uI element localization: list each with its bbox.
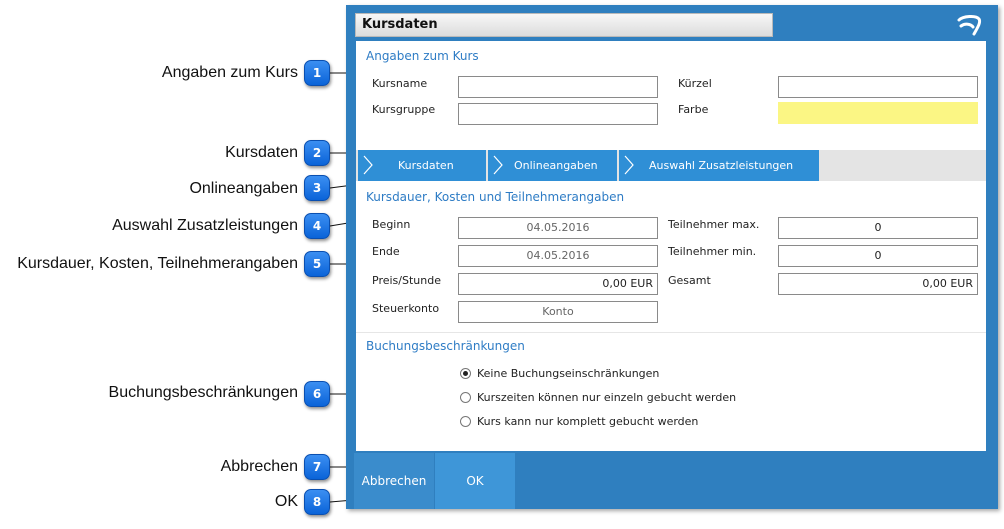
radio-option-label: Keine Buchungseinschränkungen xyxy=(477,367,660,380)
tab-onlineangaben[interactable]: Onlineangaben xyxy=(488,150,617,181)
chevron-right-icon xyxy=(493,155,503,175)
callout-label-1: Angaben zum Kurs xyxy=(161,64,298,81)
dialog-content: Angaben zum Kurs Kursname Kürzel Kursgru… xyxy=(356,41,986,451)
callout-label-3: Onlineangaben xyxy=(189,180,298,197)
callout-label-4: Auswahl Zusatzleistungen xyxy=(112,217,298,234)
teilnehmer-min-label: Teilnehmer min. xyxy=(668,245,757,258)
section-title-course-info: Angaben zum Kurs xyxy=(366,49,479,63)
tab-zusatzleistungen[interactable]: Auswahl Zusatzleistungen xyxy=(619,150,819,181)
callout-label-5: Kursdauer, Kosten, Teilnehmerangaben xyxy=(17,255,298,272)
radio-button[interactable] xyxy=(460,368,471,379)
chevron-right-icon xyxy=(363,155,373,175)
beginn-label: Beginn xyxy=(372,218,411,231)
tab-kursdaten[interactable]: Kursdaten xyxy=(358,150,486,181)
tab-kursdaten-label: Kursdaten xyxy=(398,159,454,172)
preis-stunde-label: Preis/Stunde xyxy=(372,274,441,287)
callout-label-2: Kursdaten xyxy=(225,144,298,161)
radio-option-komplett[interactable]: Kurs kann nur komplett gebucht werden xyxy=(460,415,698,428)
gesamt-field: 0,00 EUR xyxy=(778,273,978,295)
callout-badge-6: 6 xyxy=(304,381,330,407)
steuerkonto-field[interactable]: Konto xyxy=(458,301,658,323)
ende-label: Ende xyxy=(372,245,400,258)
kursname-input[interactable] xyxy=(458,76,658,98)
ok-button[interactable]: OK xyxy=(435,453,515,509)
farbe-label: Farbe xyxy=(678,103,709,116)
cancel-button[interactable]: Abbrechen xyxy=(354,453,434,509)
dialog-title: Kursdaten xyxy=(355,13,773,37)
section-divider xyxy=(356,332,986,333)
radio-button[interactable] xyxy=(460,416,471,427)
preis-stunde-field[interactable]: 0,00 EUR xyxy=(458,273,658,295)
callout-badge-4: 4 xyxy=(304,213,330,239)
teilnehmer-max-field[interactable]: 0 xyxy=(778,217,978,239)
callout-badge-7: 7 xyxy=(304,454,330,480)
callout-badge-8: 8 xyxy=(304,489,330,515)
radio-option-einzeln[interactable]: Kurszeiten können nur einzeln gebucht we… xyxy=(460,391,736,404)
kursgruppe-input[interactable] xyxy=(458,103,658,125)
radio-button[interactable] xyxy=(460,392,471,403)
kuerzel-label: Kürzel xyxy=(678,77,712,90)
teilnehmer-max-label: Teilnehmer max. xyxy=(668,218,760,231)
kursname-label: Kursname xyxy=(372,77,428,90)
radio-option-label: Kurszeiten können nur einzeln gebucht we… xyxy=(477,391,737,404)
radio-option-label: Kurs kann nur komplett gebucht werden xyxy=(477,415,699,428)
section-title-restrictions: Buchungsbeschränkungen xyxy=(366,339,525,353)
callout-badge-1: 1 xyxy=(304,60,330,86)
callout-badge-5: 5 xyxy=(304,251,330,277)
beginn-date-field[interactable]: 04.05.2016 xyxy=(458,217,658,239)
callout-badge-2: 2 xyxy=(304,140,330,166)
button-bar: Abbrechen OK xyxy=(346,453,998,509)
tab-onlineangaben-label: Onlineangaben xyxy=(514,159,598,172)
callout-badge-3: 3 xyxy=(304,175,330,201)
kuerzel-input[interactable] xyxy=(778,76,978,98)
kursdaten-dialog: Kursdaten Angaben zum Kurs Kursname Kürz… xyxy=(346,5,998,509)
aeon-logo-icon xyxy=(957,15,982,36)
steuerkonto-label: Steuerkonto xyxy=(372,302,440,315)
callout-label-8: OK xyxy=(274,493,298,510)
tab-bar: Kursdaten Onlineangaben Auswahl Zusatzle… xyxy=(356,150,986,181)
teilnehmer-min-field[interactable]: 0 xyxy=(778,245,978,267)
radio-option-keine[interactable]: Keine Buchungseinschränkungen xyxy=(460,367,659,380)
farbe-color-field[interactable] xyxy=(778,102,978,124)
ende-date-field[interactable]: 04.05.2016 xyxy=(458,245,658,267)
chevron-right-icon xyxy=(624,155,634,175)
kursgruppe-label: Kursgruppe xyxy=(372,103,436,116)
callout-label-6: Buchungsbeschränkungen xyxy=(108,384,298,401)
gesamt-label: Gesamt xyxy=(668,274,711,287)
callout-label-7: Abbrechen xyxy=(220,458,298,475)
section-title-details: Kursdauer, Kosten und Teilnehmerangaben xyxy=(366,190,625,204)
tab-zusatzleistungen-label: Auswahl Zusatzleistungen xyxy=(649,159,794,172)
